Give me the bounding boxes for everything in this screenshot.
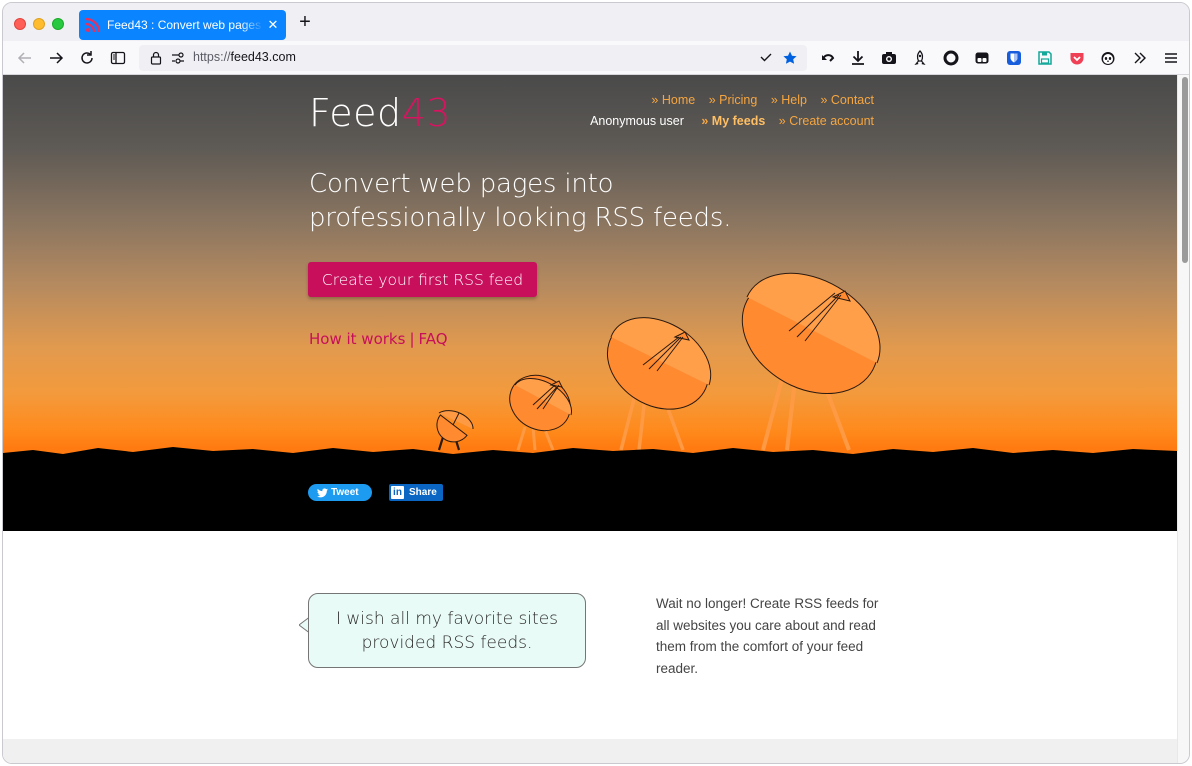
tab-title: Feed43 : Convert web pages into professi…	[107, 18, 264, 32]
tweet-button[interactable]: Tweet	[308, 484, 372, 501]
undo-close-button[interactable]	[819, 49, 837, 67]
floppy-icon	[1038, 51, 1052, 65]
nav-link-pricing[interactable]: » Pricing	[709, 93, 758, 107]
faq-link[interactable]: FAQ	[419, 330, 448, 348]
container-extension-button[interactable]	[973, 49, 991, 67]
forward-button[interactable]	[46, 48, 66, 68]
bookmark-star-icon[interactable]	[782, 50, 798, 66]
hamburger-menu-icon	[1165, 53, 1177, 63]
web-page: Feed43 » Home » Pricing » Help » Contact…	[3, 75, 1177, 763]
camera-icon	[882, 52, 896, 64]
back-button[interactable]	[15, 48, 35, 68]
reload-button[interactable]	[77, 48, 97, 68]
downloads-button[interactable]	[849, 49, 867, 67]
tab-strip: Feed43 : Convert web pages into professi…	[3, 3, 1189, 41]
new-tab-button[interactable]: +	[295, 12, 315, 33]
reload-icon	[81, 51, 93, 64]
satellite-dish-medium	[509, 374, 572, 451]
undo-icon	[822, 54, 835, 62]
permissions-icon[interactable]	[171, 51, 185, 65]
hero-links: How it works | FAQ	[309, 330, 448, 348]
sidebar-toggle-button[interactable]	[108, 48, 128, 68]
chevron-double-right-icon	[1134, 52, 1146, 64]
hero-headline: Convert web pages into professionally lo…	[309, 169, 732, 233]
nav-link-create-account[interactable]: » Create account	[779, 114, 874, 128]
check-icon[interactable]	[759, 50, 773, 64]
nav-link-home[interactable]: » Home	[651, 93, 695, 107]
top-navigation: » Home » Pricing » Help » Contact Anonym…	[590, 93, 874, 135]
shield-icon	[1007, 51, 1021, 65]
user-status-label: Anonymous user	[590, 114, 684, 128]
download-icon	[852, 51, 864, 65]
pocket-icon	[1070, 53, 1084, 65]
rocket-icon	[914, 50, 926, 65]
promo-text: Wait no longer! Create RSS feeds for all…	[656, 596, 879, 676]
linkedin-share-button[interactable]: in Share	[389, 484, 443, 501]
circle-extension-button[interactable]	[942, 49, 960, 67]
minimize-window-button[interactable]	[33, 18, 45, 30]
satellite-dish-large	[606, 317, 712, 451]
how-it-works-link[interactable]: How it works	[309, 330, 405, 348]
close-window-button[interactable]	[14, 18, 26, 30]
create-feed-button[interactable]: Create your first RSS feed	[308, 262, 537, 297]
save-page-button[interactable]	[1036, 49, 1054, 67]
close-tab-icon[interactable]: ✕	[266, 17, 280, 33]
scrollbar-thumb[interactable]	[1182, 77, 1188, 263]
hero-section: Feed43 » Home » Pricing » Help » Contact…	[3, 75, 1177, 531]
page-scrollbar[interactable]	[1177, 75, 1189, 763]
url-text: https://feed43.com	[193, 50, 296, 64]
ground-silhouette	[3, 447, 1177, 531]
overflow-menu-button[interactable]	[1131, 49, 1149, 67]
site-logo[interactable]: Feed43	[309, 91, 451, 135]
panda-extension-button[interactable]	[1099, 49, 1117, 67]
speech-bubble: I wish all my favorite sites provided RS…	[308, 593, 586, 668]
nav-link-help[interactable]: » Help	[771, 93, 807, 107]
ring-icon	[943, 50, 959, 66]
nav-link-contact[interactable]: » Contact	[820, 93, 874, 107]
sidebar-icon	[110, 51, 126, 65]
arrow-right-icon	[50, 52, 64, 64]
zoom-window-button[interactable]	[52, 18, 64, 30]
browser-window: Feed43 : Convert web pages into professi…	[2, 2, 1190, 764]
app-menu-button[interactable]	[1162, 49, 1180, 67]
panda-icon	[1101, 52, 1115, 65]
twitter-bird-icon	[317, 487, 328, 497]
bitwarden-button[interactable]	[1005, 49, 1023, 67]
tab-active[interactable]: Feed43 : Convert web pages into professi…	[79, 10, 286, 40]
address-bar[interactable]: https://feed43.com	[139, 45, 807, 71]
rss-favicon-icon	[85, 17, 101, 33]
footer-band	[3, 739, 1177, 763]
lock-icon[interactable]	[149, 51, 163, 65]
arrow-left-icon	[17, 52, 31, 64]
container-icon	[975, 52, 989, 64]
nav-link-my-feeds[interactable]: » My feeds	[701, 114, 765, 128]
rocket-extension-button[interactable]	[911, 49, 929, 67]
pocket-button[interactable]	[1068, 49, 1086, 67]
navigation-toolbar: https://feed43.com	[3, 41, 1189, 75]
screenshot-button[interactable]	[880, 49, 898, 67]
satellite-dish-xlarge	[741, 272, 881, 451]
linkedin-icon: in	[391, 486, 404, 499]
